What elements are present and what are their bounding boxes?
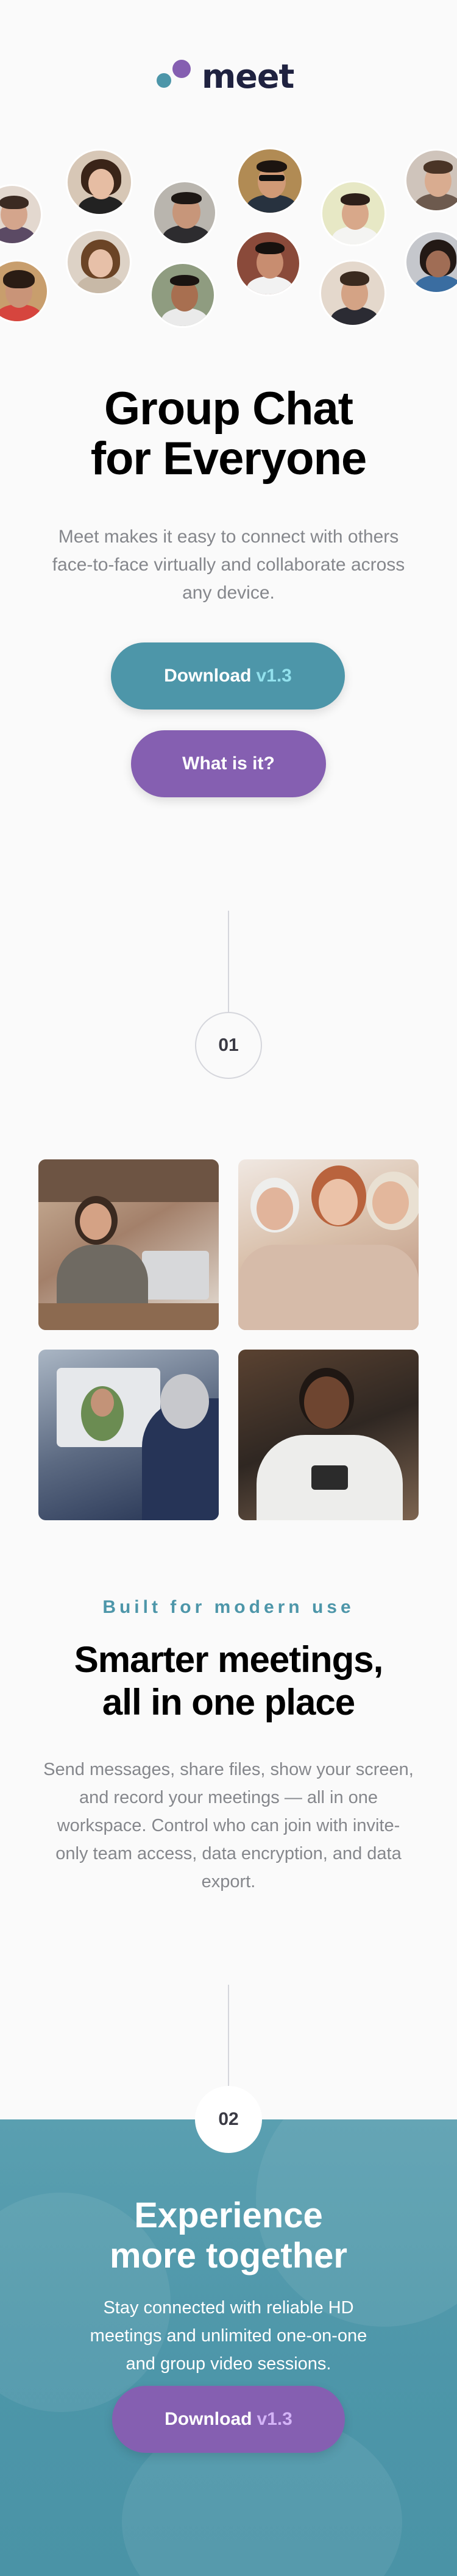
cta-title: Experience more together	[0, 2196, 457, 2276]
photo-video-call	[38, 1350, 219, 1520]
photo-man-phone	[238, 1350, 419, 1520]
divider-line	[228, 1985, 229, 2086]
download-button-label: Download	[165, 2409, 252, 2429]
section-description: Send messages, share files, show your sc…	[43, 1760, 414, 1891]
meet-logo[interactable]: meet	[157, 56, 303, 99]
cta-band: Experience more together Stay connected …	[0, 2119, 457, 2576]
photo-women-phone	[238, 1159, 419, 1330]
hero-title-line-1: Group Chat	[104, 383, 353, 435]
avatar	[319, 260, 386, 327]
avatar	[66, 229, 132, 295]
avatar	[236, 148, 303, 215]
section-title: Smarter meetings, all in one place	[0, 1638, 457, 1724]
step-number-badge: 01	[195, 1012, 262, 1079]
cta-description: Stay connected with reliable HD meetings…	[90, 2298, 367, 2374]
avatar	[66, 149, 133, 216]
section-eyebrow: Built for modern use	[102, 1597, 355, 1617]
avatar	[150, 262, 216, 328]
avatar	[321, 180, 386, 246]
download-button-label: Download	[164, 666, 252, 686]
divider-line	[228, 911, 229, 1012]
step-number-badge: 02	[195, 2086, 262, 2153]
cta-title-line-1: Experience	[134, 2196, 323, 2235]
logo-icon	[157, 56, 193, 99]
hero-description: Meet makes it easy to connect with other…	[52, 527, 405, 603]
download-version: v1.3	[256, 666, 292, 686]
what-is-it-label: What is it?	[182, 753, 275, 774]
download-button-footer[interactable]: Download v1.3	[112, 2386, 345, 2453]
avatar	[405, 149, 457, 212]
what-is-it-button[interactable]: What is it?	[131, 730, 326, 797]
hero-title: Group Chat for Everyone	[0, 384, 457, 484]
avatar	[405, 230, 457, 294]
download-version: v1.3	[257, 2409, 292, 2429]
section-title-line-2: all in one place	[102, 1682, 355, 1723]
download-button[interactable]: Download v1.3	[111, 642, 345, 710]
logo-wordmark: meet	[202, 57, 294, 96]
avatar	[0, 184, 43, 245]
avatar	[152, 180, 217, 245]
section-title-line-1: Smarter meetings,	[74, 1639, 384, 1680]
avatar	[0, 260, 49, 323]
hero-title-line-2: for Everyone	[90, 433, 367, 485]
cta-title-line-2: more together	[110, 2236, 347, 2275]
photo-woman-laptop	[38, 1159, 219, 1330]
avatar	[235, 230, 301, 296]
avatar-cluster	[0, 140, 457, 341]
